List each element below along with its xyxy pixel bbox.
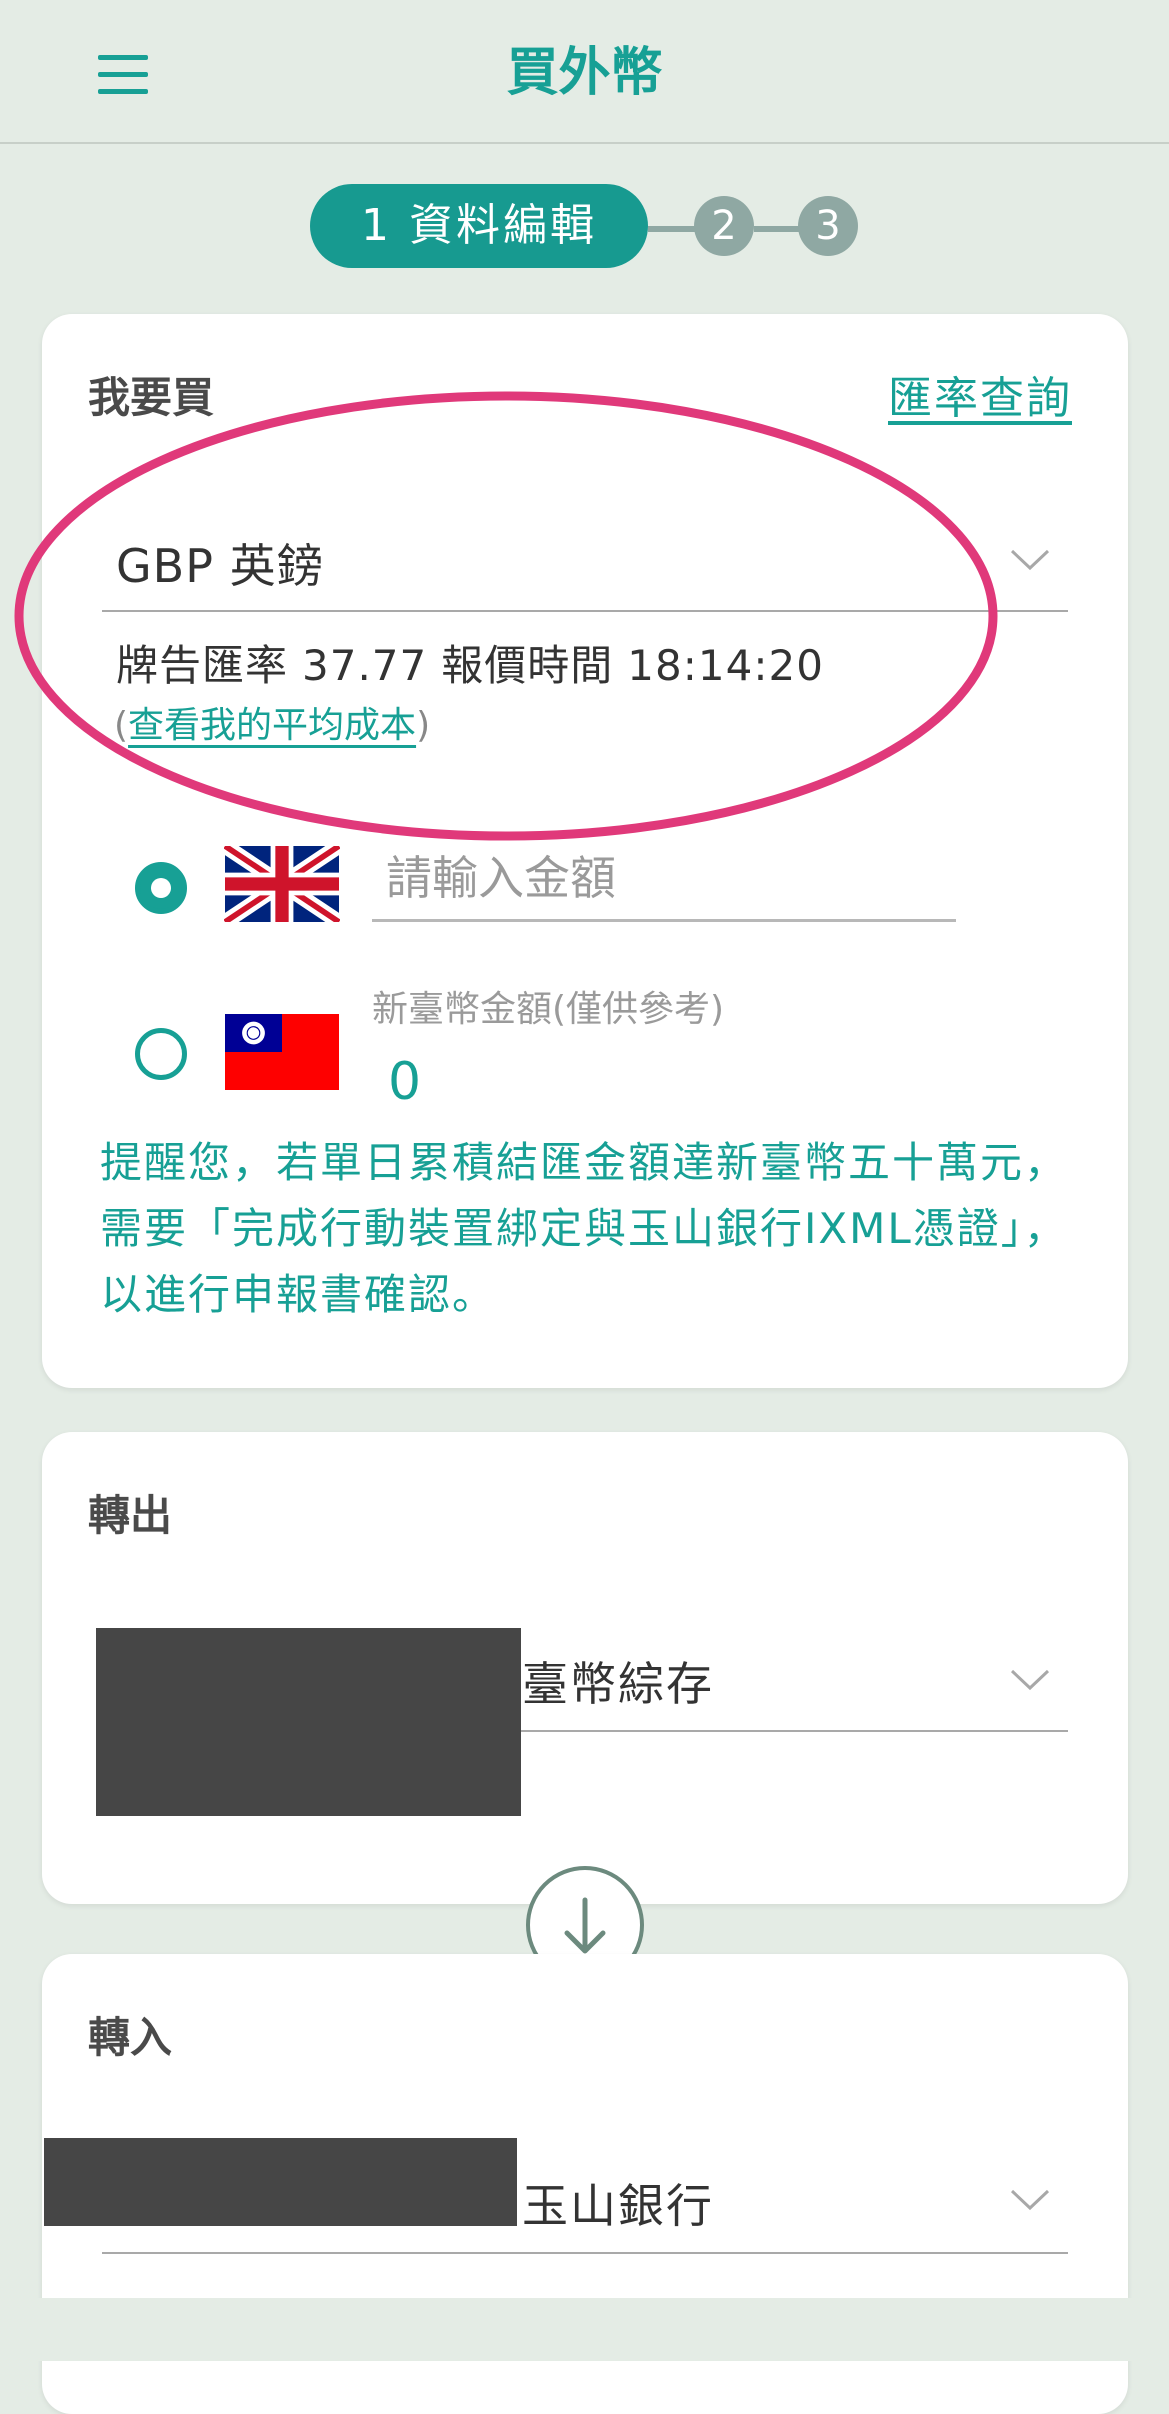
transfer-in-underline [102,2252,1068,2254]
quote-time-value: 18:14:20 [627,641,824,690]
avg-cost-line: (查看我的平均成本) [114,696,430,748]
rate-label: 牌告匯率 [116,641,289,690]
avg-cost-paren-open: ( [114,705,129,746]
foreign-amount-radio[interactable] [135,862,187,914]
chevron-down-icon[interactable] [1010,548,1050,572]
rate-value: 37.77 [302,641,428,690]
step-3-circle: 3 [798,196,858,256]
chevron-down-icon[interactable] [1010,2188,1050,2212]
avg-cost-link[interactable]: 查看我的平均成本 [128,705,416,746]
step-1-active: 1 資料編輯 [310,184,648,268]
foreign-amount-input[interactable] [372,836,956,922]
step-2-circle: 2 [694,196,754,256]
uk-flag-icon [224,846,340,922]
transfer-in-account-select[interactable]: 玉山銀行 [522,2170,714,2236]
rate-info: 牌告匯率 37.77 報價時間 18:14:20 [116,632,838,693]
redacted-account-number [96,1628,521,1816]
transfer-out-underline [521,1730,1068,1732]
transfer-out-label: 轉出 [88,1491,173,1540]
step-connector [648,226,696,232]
redacted-account-number [44,2138,517,2226]
transfer-in-label: 轉入 [88,2013,173,2062]
settlement-reminder: 提醒您，若單日累積結匯金額達新臺幣五十萬元，需要「完成行動裝置綁定與玉山銀行IX… [100,1138,1069,1319]
step-connector [754,226,802,232]
chevron-down-icon[interactable] [1010,1668,1050,1692]
currency-select-underline [102,610,1068,612]
taiwan-flag-icon [225,1014,339,1090]
currency-select[interactable]: GBP 英鎊 [116,530,324,596]
twd-amount-label: 新臺幣金額(僅供參考) [372,989,725,1030]
avg-cost-paren-close: ) [416,705,431,746]
quote-time-label: 報價時間 [441,641,614,690]
twd-amount-radio[interactable] [135,1028,187,1080]
page-title: 買外幣 [506,43,663,103]
app-header: 買外幣 [0,0,1169,144]
bottom-bar [0,2298,1169,2361]
buy-section-label: 我要買 [88,373,215,422]
transfer-out-account-select[interactable]: 臺幣綜存 [522,1648,714,1714]
twd-amount-value: 0 [388,1052,422,1112]
rate-query-link[interactable]: 匯率查詢 [888,362,1072,426]
